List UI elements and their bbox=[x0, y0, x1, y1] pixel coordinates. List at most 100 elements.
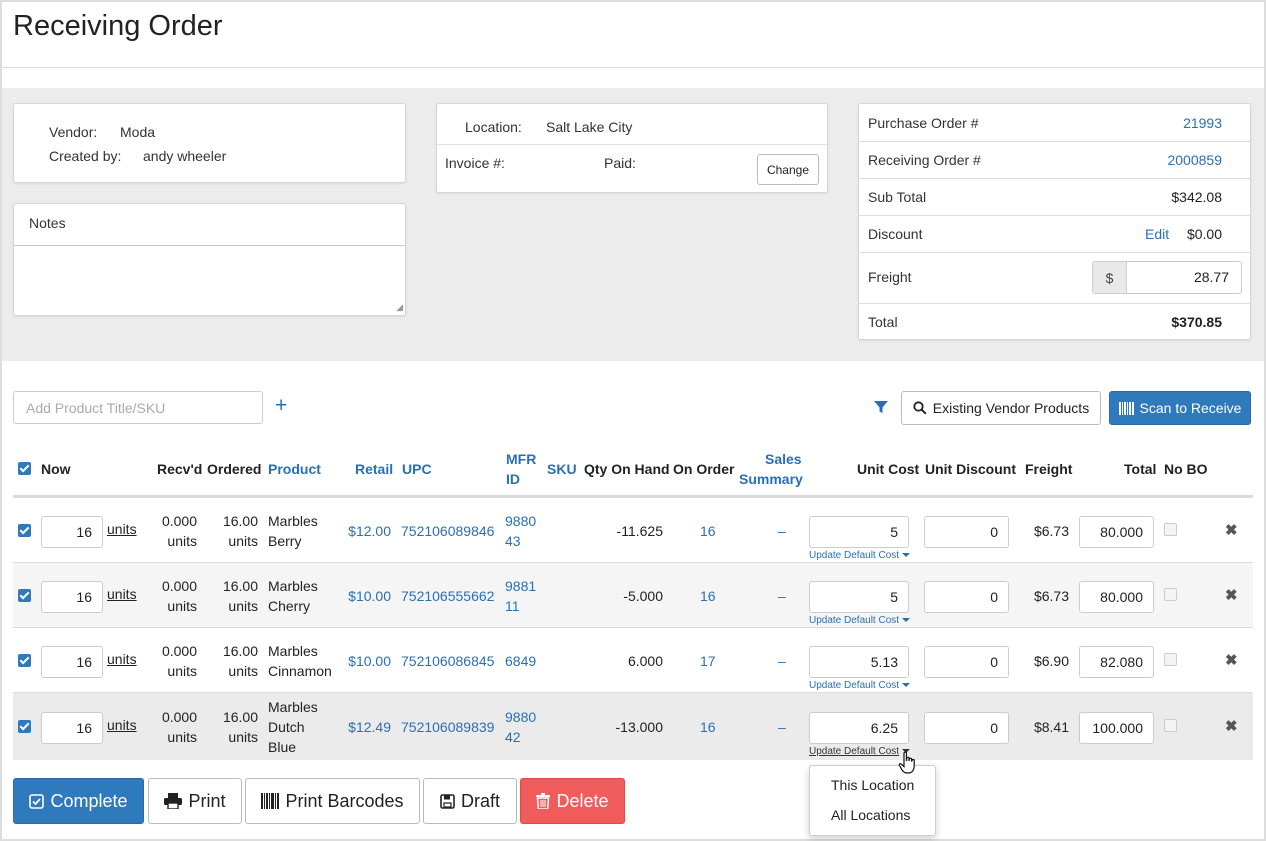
scan-to-receive-button[interactable]: Scan to Receive bbox=[1109, 391, 1251, 425]
now-quantity-input[interactable]: 16 bbox=[41, 646, 103, 678]
mfr-id-line2[interactable]: 11 bbox=[505, 596, 520, 616]
col-mfr-id-line1[interactable]: MFR bbox=[506, 449, 536, 469]
line-total-input[interactable]: 82.080 bbox=[1079, 646, 1154, 678]
unit-cost-input[interactable]: 6.25 bbox=[809, 712, 909, 744]
upc-link[interactable]: 752106089839 bbox=[401, 717, 494, 737]
remove-row-icon[interactable]: ✖ bbox=[1225, 586, 1238, 604]
freight-input[interactable]: $ 28.77 bbox=[1092, 261, 1242, 294]
existing-vendor-products-label: Existing Vendor Products bbox=[932, 400, 1090, 416]
complete-button[interactable]: Complete bbox=[13, 778, 144, 824]
line-total-input[interactable]: 100.000 bbox=[1079, 712, 1154, 744]
units-link[interactable]: units bbox=[107, 651, 137, 667]
resize-handle-icon[interactable]: ◢ bbox=[396, 302, 403, 313]
freight-input-value[interactable]: 28.77 bbox=[1127, 262, 1241, 293]
retail-price-link[interactable]: $10.00 bbox=[333, 586, 391, 606]
created-by-value: andy wheeler bbox=[143, 148, 227, 164]
dropdown-option-all-locations[interactable]: All Locations bbox=[831, 807, 910, 823]
unit-discount-input[interactable]: 0 bbox=[924, 712, 1009, 744]
no-bo-checkbox[interactable] bbox=[1164, 653, 1177, 666]
ordered-value: 16.00 bbox=[222, 709, 258, 725]
draft-button[interactable]: Draft bbox=[423, 778, 517, 824]
notes-textarea[interactable] bbox=[14, 245, 405, 315]
now-quantity-input[interactable]: 16 bbox=[41, 516, 103, 548]
units-link[interactable]: units bbox=[107, 586, 137, 602]
barcode-icon bbox=[261, 793, 280, 809]
unit-cost-input[interactable]: 5 bbox=[809, 516, 909, 548]
total-label: Total bbox=[868, 314, 898, 330]
units-link[interactable]: units bbox=[107, 717, 137, 733]
dropdown-option-this-location[interactable]: This Location bbox=[831, 777, 914, 793]
ro-number-link[interactable]: 2000859 bbox=[1167, 152, 1222, 168]
notes-label: Notes bbox=[29, 215, 66, 231]
row-select-checkbox[interactable] bbox=[18, 524, 31, 537]
row-select-checkbox[interactable] bbox=[18, 720, 31, 733]
change-button[interactable]: Change bbox=[757, 154, 819, 185]
mfr-id-line1[interactable]: 9880 bbox=[505, 707, 536, 727]
subtotal-value: $342.08 bbox=[1171, 189, 1222, 205]
col-sales-summary-line1[interactable]: Sales bbox=[765, 449, 802, 469]
update-default-cost-toggle[interactable]: Update Default Cost bbox=[809, 746, 910, 757]
line-total-input[interactable]: 80.000 bbox=[1079, 581, 1154, 613]
unit-discount-input[interactable]: 0 bbox=[924, 516, 1009, 548]
now-quantity-input[interactable]: 16 bbox=[41, 712, 103, 744]
col-retail[interactable]: Retail bbox=[355, 459, 393, 479]
row-select-checkbox[interactable] bbox=[18, 589, 31, 602]
unit-discount-input[interactable]: 0 bbox=[924, 646, 1009, 678]
unit-cost-input[interactable]: 5.13 bbox=[809, 646, 909, 678]
po-number-link[interactable]: 21993 bbox=[1183, 115, 1222, 131]
mfr-id-line1[interactable]: 9881 bbox=[505, 576, 536, 596]
sales-summary-link[interactable]: – bbox=[778, 586, 786, 606]
mfr-id-line1[interactable]: 9880 bbox=[505, 511, 536, 531]
remove-row-icon[interactable]: ✖ bbox=[1225, 651, 1238, 669]
upc-link[interactable]: 752106555662 bbox=[401, 586, 494, 606]
on-order-link[interactable]: 16 bbox=[700, 717, 716, 737]
units-link[interactable]: units bbox=[107, 521, 137, 537]
add-product-input[interactable]: Add Product Title/SKU bbox=[13, 391, 263, 424]
update-default-cost-toggle[interactable]: Update Default Cost bbox=[809, 680, 910, 691]
col-on-order: On Order bbox=[673, 461, 735, 477]
select-all-checkbox[interactable] bbox=[18, 462, 31, 475]
retail-price-link[interactable]: $10.00 bbox=[333, 651, 391, 671]
now-quantity-input[interactable]: 16 bbox=[41, 581, 103, 613]
retail-price-link[interactable]: $12.49 bbox=[333, 717, 391, 737]
plus-icon[interactable]: + bbox=[275, 394, 287, 418]
ordered-value: 16.00 bbox=[222, 578, 258, 594]
on-order-link[interactable]: 16 bbox=[700, 521, 716, 541]
retail-price-link[interactable]: $12.00 bbox=[333, 521, 391, 541]
vendor-label: Vendor: bbox=[49, 124, 98, 140]
mfr-id-line2[interactable]: 43 bbox=[505, 531, 521, 551]
col-product[interactable]: Product bbox=[268, 459, 321, 479]
unit-cost-input[interactable]: 5 bbox=[809, 581, 909, 613]
sales-summary-link[interactable]: – bbox=[778, 521, 786, 541]
mfr-id-line2[interactable]: 42 bbox=[505, 727, 521, 747]
remove-row-icon[interactable]: ✖ bbox=[1225, 521, 1238, 539]
recvd-value: 0.000 bbox=[161, 578, 197, 594]
line-total-input[interactable]: 80.000 bbox=[1079, 516, 1154, 548]
on-order-link[interactable]: 17 bbox=[700, 651, 716, 671]
col-sales-summary-line2[interactable]: Summary bbox=[739, 469, 803, 489]
col-mfr-id-line2[interactable]: ID bbox=[506, 469, 520, 489]
sales-summary-link[interactable]: – bbox=[778, 651, 786, 671]
upc-link[interactable]: 752106086845 bbox=[401, 651, 494, 671]
discount-edit-link[interactable]: Edit bbox=[1145, 226, 1169, 242]
print-button[interactable]: Print bbox=[148, 778, 242, 824]
upc-link[interactable]: 752106089846 bbox=[401, 521, 494, 541]
col-upc[interactable]: UPC bbox=[402, 459, 432, 479]
add-product-placeholder: Add Product Title/SKU bbox=[26, 400, 166, 416]
no-bo-checkbox[interactable] bbox=[1164, 719, 1177, 732]
mfr-id-line1[interactable]: 6849 bbox=[505, 651, 536, 671]
existing-vendor-products-button[interactable]: Existing Vendor Products bbox=[901, 391, 1101, 425]
filter-icon[interactable] bbox=[873, 400, 889, 414]
delete-button[interactable]: Delete bbox=[520, 778, 625, 824]
row-select-checkbox[interactable] bbox=[18, 654, 31, 667]
update-default-cost-toggle[interactable]: Update Default Cost bbox=[809, 550, 910, 561]
update-default-cost-toggle[interactable]: Update Default Cost bbox=[809, 615, 910, 626]
print-barcodes-button[interactable]: Print Barcodes bbox=[245, 778, 420, 824]
remove-row-icon[interactable]: ✖ bbox=[1225, 717, 1238, 735]
on-order-link[interactable]: 16 bbox=[700, 586, 716, 606]
col-sku[interactable]: SKU bbox=[547, 459, 577, 479]
no-bo-checkbox[interactable] bbox=[1164, 588, 1177, 601]
no-bo-checkbox[interactable] bbox=[1164, 523, 1177, 536]
sales-summary-link[interactable]: – bbox=[778, 717, 786, 737]
unit-discount-input[interactable]: 0 bbox=[924, 581, 1009, 613]
